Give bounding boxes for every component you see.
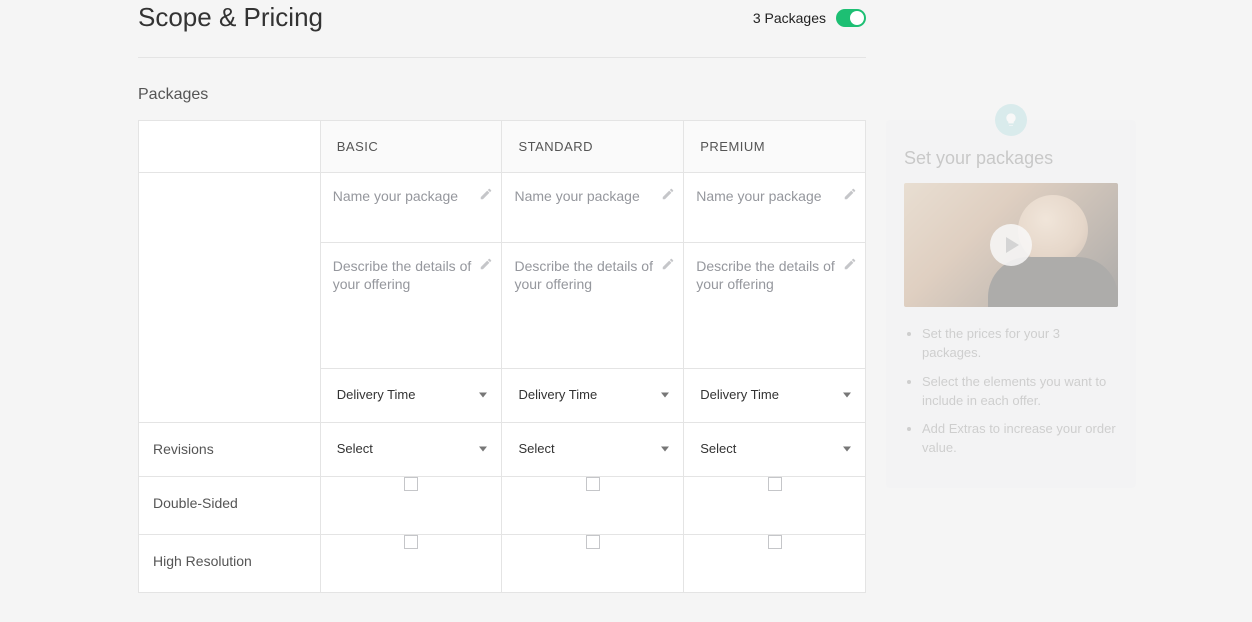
pencil-icon <box>661 257 675 271</box>
revisions-rowlabel: Revisions <box>139 423 321 477</box>
input-placeholder: Describe the details of your offering <box>514 257 655 293</box>
input-placeholder: Describe the details of your offering <box>696 257 837 293</box>
packages-toggle[interactable] <box>836 9 866 27</box>
play-icon <box>990 224 1032 266</box>
high-resolution-rowlabel: High Resolution <box>139 535 321 593</box>
packages-toggle-label: 3 Packages <box>753 10 826 26</box>
basic-description-input[interactable]: Describe the details of your offering <box>320 243 502 369</box>
pencil-icon <box>479 187 493 201</box>
page-header: Scope & Pricing 3 Packages <box>138 0 866 58</box>
standard-revisions-select[interactable]: Select <box>502 423 684 477</box>
chevron-down-icon <box>843 392 851 397</box>
tips-title: Set your packages <box>904 148 1118 169</box>
column-header-premium: PREMIUM <box>684 121 866 173</box>
select-value: Delivery Time <box>700 387 779 402</box>
pencil-icon <box>843 257 857 271</box>
tip-item: Select the elements you want to include … <box>922 373 1118 411</box>
input-placeholder: Name your package <box>333 187 474 205</box>
tips-video-thumbnail[interactable] <box>904 183 1118 307</box>
double-sided-rowlabel: Double-Sided <box>139 477 321 535</box>
select-value: Delivery Time <box>337 387 416 402</box>
basic-double-sided-checkbox[interactable] <box>404 477 418 491</box>
select-value: Select <box>337 441 373 456</box>
packages-toggle-wrap: 3 Packages <box>753 9 866 27</box>
packages-section-label: Packages <box>138 86 866 104</box>
table-corner <box>139 121 321 173</box>
premium-revisions-select[interactable]: Select <box>684 423 866 477</box>
chevron-down-icon <box>479 446 487 451</box>
input-placeholder: Name your package <box>696 187 837 205</box>
chevron-down-icon <box>661 392 669 397</box>
package-meta-rowlabel <box>139 173 321 423</box>
tips-list: Set the prices for your 3 packages. Sele… <box>904 325 1118 458</box>
premium-description-input[interactable]: Describe the details of your offering <box>684 243 866 369</box>
page-title: Scope & Pricing <box>138 2 323 33</box>
pencil-icon <box>479 257 493 271</box>
premium-delivery-select[interactable]: Delivery Time <box>684 369 866 423</box>
basic-name-input[interactable]: Name your package <box>320 173 502 243</box>
basic-delivery-select[interactable]: Delivery Time <box>320 369 502 423</box>
column-header-standard: STANDARD <box>502 121 684 173</box>
premium-high-resolution-checkbox[interactable] <box>768 535 782 549</box>
basic-revisions-select[interactable]: Select <box>320 423 502 477</box>
basic-high-resolution-checkbox[interactable] <box>404 535 418 549</box>
lightbulb-icon <box>995 104 1027 136</box>
tip-item: Add Extras to increase your order value. <box>922 420 1118 458</box>
standard-name-input[interactable]: Name your package <box>502 173 684 243</box>
standard-description-input[interactable]: Describe the details of your offering <box>502 243 684 369</box>
premium-double-sided-checkbox[interactable] <box>768 477 782 491</box>
column-header-basic: BASIC <box>320 121 502 173</box>
tip-item: Set the prices for your 3 packages. <box>922 325 1118 363</box>
chevron-down-icon <box>479 392 487 397</box>
chevron-down-icon <box>661 446 669 451</box>
select-value: Select <box>700 441 736 456</box>
standard-delivery-select[interactable]: Delivery Time <box>502 369 684 423</box>
pencil-icon <box>661 187 675 201</box>
tips-sidebar: Set your packages Set the prices for you… <box>886 120 1136 488</box>
premium-name-input[interactable]: Name your package <box>684 173 866 243</box>
standard-high-resolution-checkbox[interactable] <box>586 535 600 549</box>
input-placeholder: Name your package <box>514 187 655 205</box>
pencil-icon <box>843 187 857 201</box>
input-placeholder: Describe the details of your offering <box>333 257 474 293</box>
select-value: Delivery Time <box>518 387 597 402</box>
select-value: Select <box>518 441 554 456</box>
packages-table: BASIC STANDARD PREMIUM Name your package… <box>138 120 866 593</box>
chevron-down-icon <box>843 446 851 451</box>
standard-double-sided-checkbox[interactable] <box>586 477 600 491</box>
